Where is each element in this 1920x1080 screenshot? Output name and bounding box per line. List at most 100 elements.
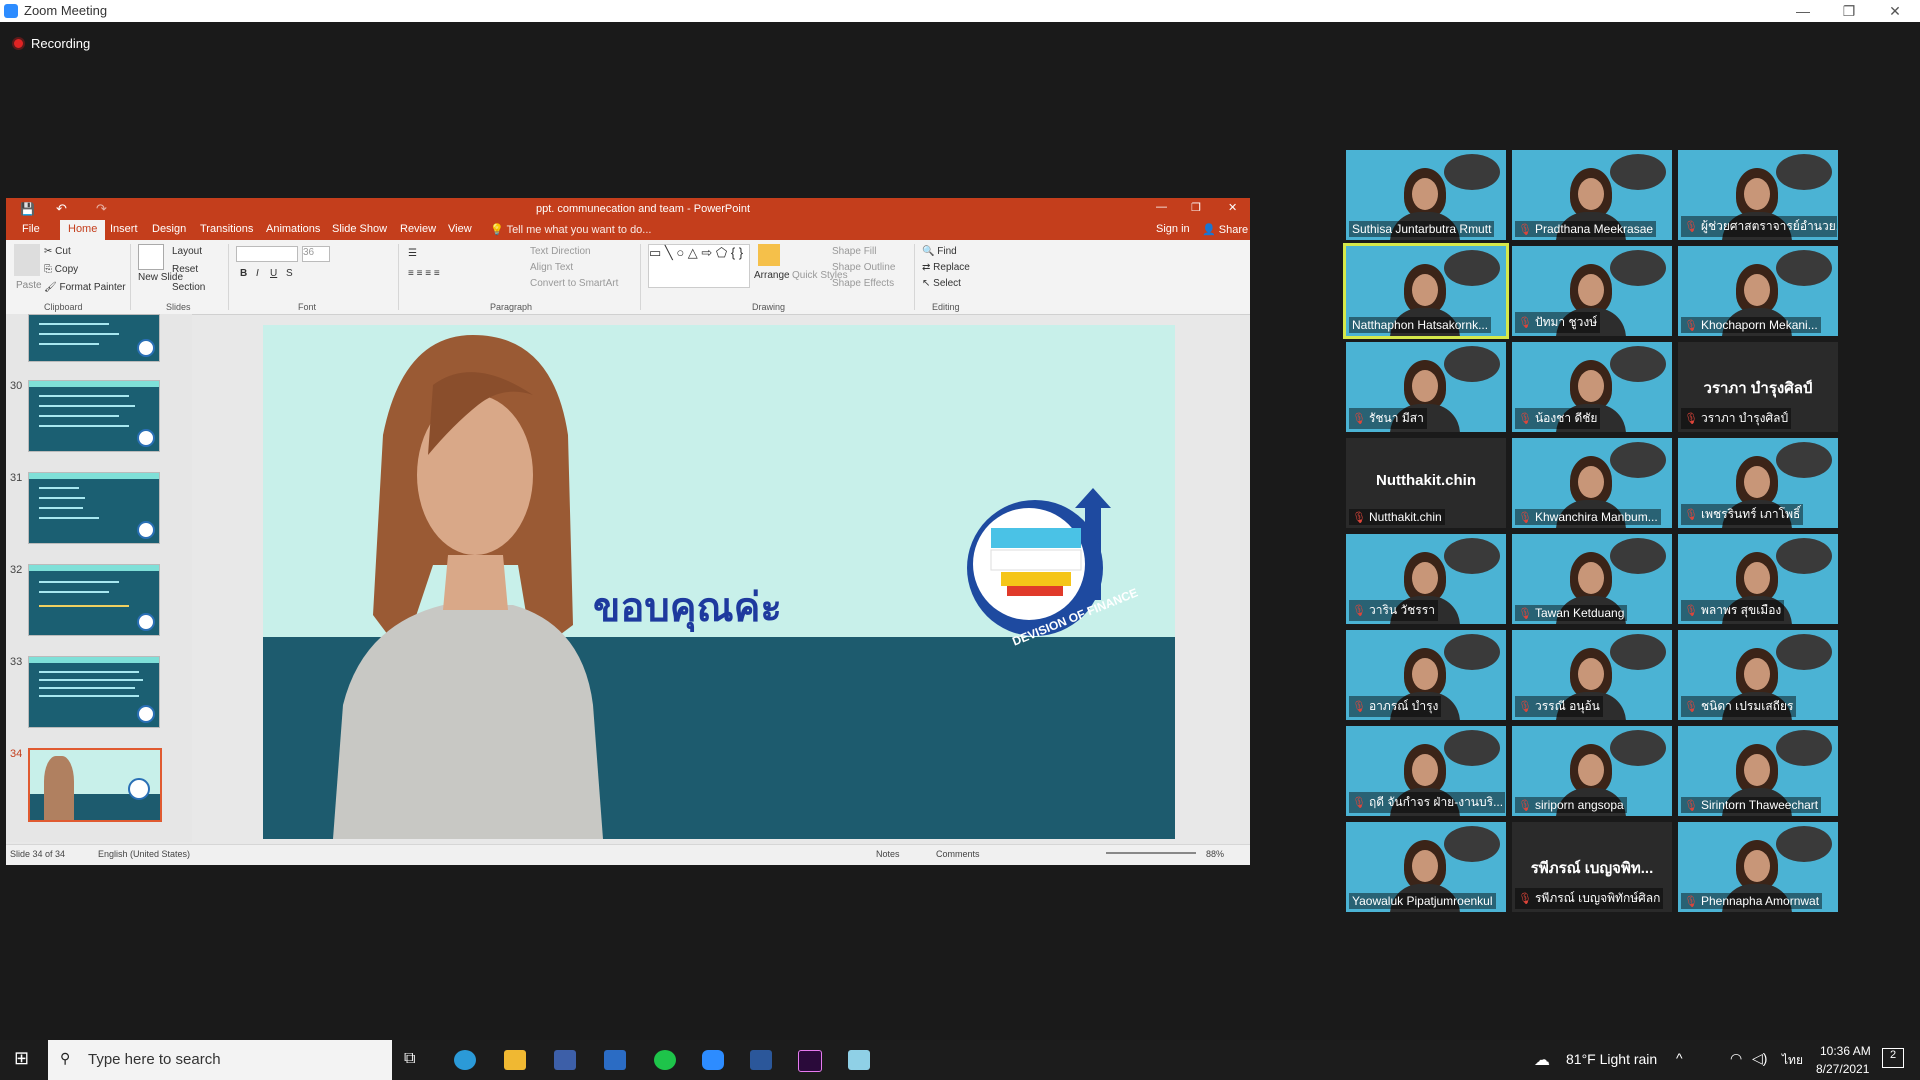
tab-slide-show[interactable]: Slide Show: [332, 223, 387, 235]
redo-icon[interactable]: ↷: [96, 201, 107, 217]
text-direction-button[interactable]: Text Direction: [530, 246, 591, 257]
participant-tile[interactable]: 🎙 ฤดี จันกำจร ฝ่าย-งานบริ...: [1346, 726, 1506, 816]
participant-tile[interactable]: 🎙 พลาพร สุขเมือง: [1678, 534, 1838, 624]
windows-start-icon[interactable]: ⊞: [14, 1048, 29, 1069]
slide-thumbnail[interactable]: [28, 564, 160, 636]
tab-transitions[interactable]: Transitions: [200, 223, 253, 235]
arrange-button[interactable]: Arrange: [754, 270, 790, 281]
app-icon[interactable]: [848, 1050, 870, 1070]
zoom-slider[interactable]: [1106, 852, 1196, 854]
participant-tile[interactable]: 🎙 Tawan Ketduang: [1512, 534, 1672, 624]
participant-tile[interactable]: 🎙 siriporn angsopa: [1512, 726, 1672, 816]
participant-tile[interactable]: 🎙 ผู้ช่วยศาสตราจารย์อำนวย...: [1678, 150, 1838, 240]
minimize-button[interactable]: —: [1780, 0, 1826, 22]
sign-in-link[interactable]: Sign in: [1156, 223, 1190, 235]
participant-tile[interactable]: 🎙 เพชรรินทร์ เภาโพธิ์: [1678, 438, 1838, 528]
zoom-level[interactable]: 88%: [1206, 849, 1224, 859]
replace-button[interactable]: ⇄ Replace: [922, 262, 970, 273]
slide-thumbnail-selected[interactable]: [28, 748, 162, 822]
save-icon[interactable]: 💾: [20, 202, 35, 216]
language-status[interactable]: English (United States): [98, 849, 190, 859]
share-button[interactable]: 👤 Share: [1202, 223, 1248, 236]
new-slide-icon[interactable]: [138, 244, 164, 270]
participant-tile[interactable]: Natthaphon Hatsakornk...: [1346, 246, 1506, 336]
slide-thumbnail[interactable]: [28, 380, 160, 452]
participant-tile[interactable]: วราภา บำรุงศิลป์ 🎙 วราภา บำรุงศิลป์: [1678, 342, 1838, 432]
shapes-gallery[interactable]: ▭ ╲ ○ △ ⇨ ⬠ { }: [648, 244, 750, 288]
clock-time[interactable]: 10:36 AM: [1820, 1044, 1871, 1058]
tab-design[interactable]: Design: [152, 223, 186, 235]
layout-button[interactable]: Layout: [172, 246, 202, 257]
recording-indicator[interactable]: Recording: [14, 36, 90, 51]
participant-tile[interactable]: 🎙 วาริน วัชรรา: [1346, 534, 1506, 624]
bold-button[interactable]: B: [240, 268, 247, 279]
section-button[interactable]: Section: [172, 282, 205, 293]
mail-icon[interactable]: [604, 1050, 626, 1070]
slide-thumbnail[interactable]: [28, 472, 160, 544]
input-language[interactable]: ไทย: [1782, 1051, 1803, 1070]
arrange-icon[interactable]: [758, 244, 780, 266]
paste-icon[interactable]: [14, 244, 40, 276]
shape-outline-button[interactable]: Shape Outline: [832, 262, 895, 273]
ppt-close-button[interactable]: ✕: [1228, 201, 1237, 214]
copy-button[interactable]: ⎘ Copy: [44, 264, 78, 275]
tell-me-box[interactable]: 💡 Tell me what you want to do...: [490, 223, 651, 236]
font-size-input[interactable]: 36: [302, 246, 330, 262]
paste-button[interactable]: Paste: [16, 280, 42, 291]
participant-tile[interactable]: 🎙 ปัทมา ชูวงษ์: [1512, 246, 1672, 336]
line-icon[interactable]: [654, 1050, 676, 1070]
cut-button[interactable]: ✂ Cut: [44, 246, 71, 257]
participant-tile[interactable]: 🎙 น้องชา ดีชัย: [1512, 342, 1672, 432]
tab-home[interactable]: Home: [60, 220, 106, 240]
participant-tile[interactable]: รพีภรณ์ เบญจพิท... 🎙 รพีภรณ์ เบญจพิทักษ์ศิ…: [1512, 822, 1672, 912]
notification-center-icon[interactable]: 2: [1882, 1048, 1904, 1068]
zoom-taskbar-icon[interactable]: [702, 1050, 724, 1070]
reset-button[interactable]: Reset: [172, 264, 198, 275]
tab-review[interactable]: Review: [400, 223, 436, 235]
restore-button[interactable]: ❐: [1826, 0, 1872, 22]
participant-tile[interactable]: 🎙 Pradthana Meekrasae: [1512, 150, 1672, 240]
format-painter-button[interactable]: 🖌 Format Painter: [44, 282, 126, 293]
tab-animations[interactable]: Animations: [266, 223, 320, 235]
file-explorer-icon[interactable]: [504, 1050, 526, 1070]
participant-tile[interactable]: 🎙 รัชนา มีสา: [1346, 342, 1506, 432]
wifi-icon[interactable]: ◠: [1730, 1050, 1742, 1067]
tab-insert[interactable]: Insert: [110, 223, 138, 235]
convert-smartart-button[interactable]: Convert to SmartArt: [530, 278, 618, 289]
participant-tile[interactable]: 🎙 อาภรณ์ บำรุง: [1346, 630, 1506, 720]
volume-icon[interactable]: ◁): [1752, 1050, 1767, 1067]
weather-label[interactable]: 81°F Light rain: [1566, 1051, 1657, 1067]
slide-thumbnail[interactable]: [28, 656, 160, 728]
align-icon[interactable]: ≡ ≡ ≡ ≡: [408, 268, 440, 279]
shape-fill-button[interactable]: Shape Fill: [832, 246, 876, 257]
find-button[interactable]: 🔍 Find: [922, 246, 957, 257]
comments-button[interactable]: Comments: [936, 849, 980, 859]
participant-tile[interactable]: Nutthakit.chin 🎙 Nutthakit.chin: [1346, 438, 1506, 528]
clock-date[interactable]: 8/27/2021: [1816, 1062, 1869, 1076]
participant-tile[interactable]: 🎙 Sirintorn Thaweechart: [1678, 726, 1838, 816]
premiere-icon[interactable]: [798, 1050, 822, 1072]
slide-canvas[interactable]: ขอบคุณค่ะ DEVISION OF FINANCE: [263, 325, 1175, 839]
participant-tile[interactable]: 🎙 ชนิดา เปรมเสถียร: [1678, 630, 1838, 720]
tab-view[interactable]: View: [448, 223, 472, 235]
select-button[interactable]: ↖ Select: [922, 278, 961, 289]
ppt-minimize-button[interactable]: —: [1156, 201, 1167, 213]
font-name-input[interactable]: [236, 246, 298, 262]
ppt-restore-button[interactable]: ❐: [1191, 201, 1201, 214]
bullets-icon[interactable]: ☰: [408, 248, 417, 259]
participant-tile[interactable]: 🎙 Phennapha Amornwat: [1678, 822, 1838, 912]
slide-thumbnail[interactable]: [28, 314, 160, 362]
shadow-button[interactable]: S: [286, 268, 293, 279]
participant-tile[interactable]: Suthisa Juntarbutra Rmutt: [1346, 150, 1506, 240]
participant-tile[interactable]: 🎙 Khochaporn Mekani...: [1678, 246, 1838, 336]
participant-tile[interactable]: 🎙 วรรณี อนุอ้น: [1512, 630, 1672, 720]
notes-button[interactable]: Notes: [876, 849, 900, 859]
participant-tile[interactable]: 🎙 Khwanchira Manbum...: [1512, 438, 1672, 528]
tray-chevron-icon[interactable]: ^: [1676, 1050, 1683, 1066]
align-text-button[interactable]: Align Text: [530, 262, 573, 273]
underline-button[interactable]: U: [270, 268, 277, 279]
tab-file[interactable]: File: [22, 223, 40, 235]
task-view-icon[interactable]: ⧉: [404, 1050, 415, 1068]
store-icon[interactable]: [554, 1050, 576, 1070]
edge-icon[interactable]: [454, 1050, 476, 1070]
